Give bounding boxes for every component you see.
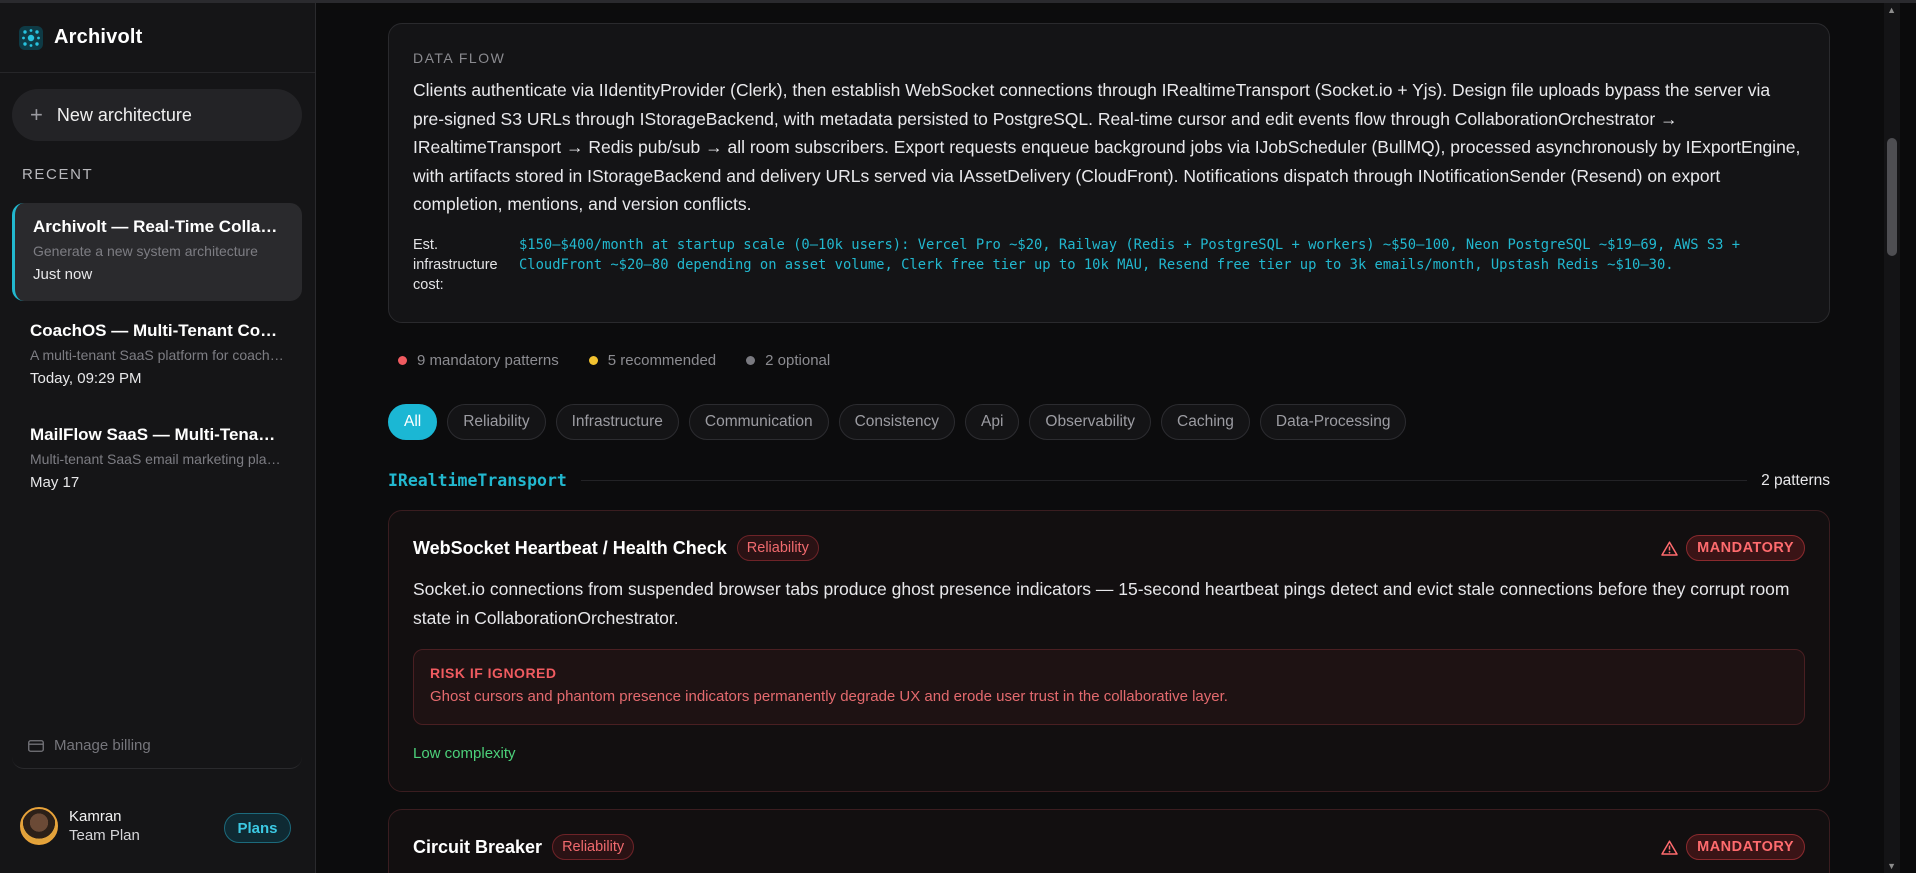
filter-caching[interactable]: Caching — [1161, 404, 1250, 440]
filter-api[interactable]: Api — [965, 404, 1020, 440]
group-name: IRealtimeTransport — [388, 471, 567, 490]
mandatory-dot-icon — [398, 356, 407, 365]
user-profile[interactable]: Kamran Team Plan — [20, 807, 140, 845]
new-architecture-label: New architecture — [56, 104, 192, 125]
manage-billing-label: Manage billing — [54, 737, 151, 754]
new-architecture-button[interactable]: + New architecture — [12, 89, 302, 141]
recent-item-time: Just now — [33, 266, 93, 283]
recent-item-desc: Generate a new system architecture — [33, 243, 258, 259]
scroll-up-icon[interactable]: ▲ — [1887, 5, 1896, 15]
group-divider — [580, 480, 1748, 481]
recommended-count: 5 recommended — [588, 352, 717, 369]
scrollbar-thumb[interactable] — [1887, 138, 1897, 256]
recent-item-time: Today, 09:29 PM — [30, 370, 142, 387]
avatar — [20, 807, 58, 845]
infrastructure-cost: Est. infrastructure cost: $150–$400/mont… — [413, 235, 1805, 295]
sidebar: Archivolt + New architecture RECENT Arch… — [0, 3, 316, 873]
risk-label: RISK IF IGNORED — [430, 665, 557, 681]
category-tag: Reliability — [736, 535, 819, 561]
mandatory-badge: MANDATORY — [1686, 535, 1805, 561]
risk-text: Ghost cursors and phantom presence indic… — [430, 688, 1228, 705]
recent-item-desc: Multi-tenant SaaS email marketing platfo… — [30, 451, 284, 467]
recommended-count-label: 5 recommended — [607, 352, 717, 369]
card-description: Socket.io connections from suspended bro… — [413, 579, 1790, 628]
pattern-card: WebSocket Heartbeat / Health Check Relia… — [388, 510, 1830, 792]
filter-reliability[interactable]: Reliability — [447, 404, 546, 440]
pattern-counts: 9 mandatory patterns 5 recommended 2 opt… — [398, 352, 860, 369]
filter-communication[interactable]: Communication — [688, 404, 829, 440]
cost-label: Est. infrastructure cost: — [413, 236, 498, 293]
main-content: DATA FLOW Clients authenticate via IIden… — [316, 3, 1900, 873]
data-flow-text: Clients authenticate via IIdentityProvid… — [413, 80, 1801, 215]
pattern-card: Circuit Breaker Reliability MANDATORY — [388, 809, 1830, 873]
card-header: WebSocket Heartbeat / Health Check Relia… — [413, 534, 1805, 562]
user-name: Kamran — [69, 808, 122, 825]
app-name: Archivolt — [54, 26, 143, 48]
card-header: Circuit Breaker Reliability MANDATORY — [413, 833, 1805, 861]
recent-item-title: Archivolt — Real-Time Collaborative Desi… — [33, 217, 284, 236]
category-filters: All Reliability Infrastructure Communica… — [388, 404, 1416, 440]
group-header: IRealtimeTransport 2 patterns — [388, 471, 1830, 490]
risk-box: RISK IF IGNORED Ghost cursors and phanto… — [413, 649, 1805, 725]
plans-button[interactable]: Plans — [224, 813, 291, 843]
plus-icon: + — [30, 102, 43, 127]
warning-icon — [1661, 540, 1678, 556]
vertical-scrollbar[interactable]: ▲ ▼ — [1884, 3, 1900, 873]
logo-icon — [19, 25, 43, 50]
recent-item[interactable]: CoachOS — Multi-Tenant Coaching Platform… — [12, 307, 302, 405]
scroll-down-icon[interactable]: ▼ — [1887, 861, 1896, 871]
card-title: Circuit Breaker — [413, 836, 543, 857]
complexity-label: Low complexity — [413, 745, 516, 762]
recent-item[interactable]: MailFlow SaaS — Multi-Tenant Email Marke… — [12, 411, 302, 509]
mandatory-count-label: 9 mandatory patterns — [417, 352, 559, 369]
data-flow-panel: DATA FLOW Clients authenticate via IIden… — [388, 23, 1830, 323]
filter-all[interactable]: All — [388, 404, 438, 440]
mandatory-count: 9 mandatory patterns — [398, 352, 559, 369]
recent-item[interactable]: Archivolt — Real-Time Collaborative Desi… — [12, 203, 302, 301]
filter-infrastructure[interactable]: Infrastructure — [555, 404, 679, 440]
recent-item-desc: A multi-tenant SaaS platform for coaches — [30, 347, 284, 363]
cost-value: $150–$400/month at startup scale (0–10k … — [519, 236, 1741, 273]
filter-consistency[interactable]: Consistency — [838, 404, 956, 440]
user-plan: Team Plan — [69, 827, 140, 844]
data-flow-label: DATA FLOW — [413, 50, 506, 66]
manage-billing-button[interactable]: Manage billing — [12, 723, 302, 769]
recent-heading: RECENT — [22, 166, 94, 183]
filter-data-processing[interactable]: Data-Processing — [1259, 404, 1407, 440]
filter-observability[interactable]: Observability — [1029, 404, 1152, 440]
optional-count: 2 optional — [746, 352, 830, 369]
recent-item-title: CoachOS — Multi-Tenant Coaching Platform — [30, 321, 284, 340]
category-tag: Reliability — [552, 834, 635, 860]
optional-dot-icon — [746, 356, 756, 365]
warning-icon — [1661, 839, 1678, 855]
recent-item-title: MailFlow SaaS — Multi-Tenant Email Marke… — [30, 425, 284, 444]
app-root: Archivolt + New architecture RECENT Arch… — [0, 0, 1916, 873]
brand[interactable]: Archivolt — [0, 3, 315, 73]
recommended-dot-icon — [588, 356, 598, 365]
credit-card-icon — [28, 739, 44, 752]
recent-item-time: May 17 — [30, 474, 80, 491]
optional-count-label: 2 optional — [765, 352, 831, 369]
group-count: 2 patterns — [1761, 471, 1830, 489]
card-title: WebSocket Heartbeat / Health Check — [413, 537, 727, 558]
mandatory-badge: MANDATORY — [1686, 834, 1805, 860]
